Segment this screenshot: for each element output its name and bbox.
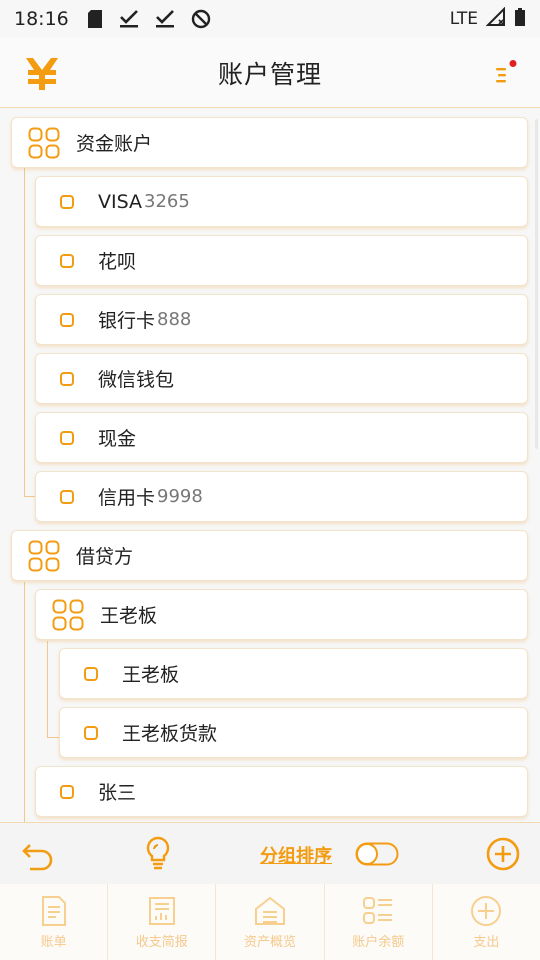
account-label: 微信钱包 — [98, 369, 175, 391]
bill-icon — [41, 895, 66, 926]
status-time: 18:16 — [14, 8, 69, 30]
battery-icon — [514, 7, 526, 32]
nav-label: 收支简报 — [135, 934, 188, 950]
nav-balance[interactable]: 账户余额 — [325, 884, 433, 960]
status-bar: 18:16 LTE — [0, 0, 540, 38]
account-item[interactable]: VISA 3265 — [35, 176, 528, 227]
nav-bill[interactable]: 账单 — [0, 884, 109, 960]
tree-line — [47, 737, 59, 738]
account-icon — [60, 489, 74, 504]
account-list[interactable]: 资金账户 VISA 3265 花呗 银行卡 888 微信钱包 现金 信用卡 99… — [0, 109, 540, 822]
account-item[interactable]: 微信钱包 — [35, 353, 528, 404]
bottom-nav: 账单 收支简报 资产概览 账户余额 支出 — [0, 884, 540, 960]
subgroup-header[interactable]: 王老板 — [35, 589, 528, 640]
account-icon — [60, 253, 74, 268]
account-item[interactable]: 王老板 — [59, 648, 528, 699]
yen-logo-icon[interactable] — [24, 54, 60, 92]
tree-line — [24, 168, 25, 496]
account-icon — [60, 312, 74, 327]
add-circle-icon[interactable] — [486, 837, 520, 875]
account-item[interactable]: 王老板货款 — [59, 707, 528, 758]
account-number: 888 — [157, 309, 192, 330]
account-number: 3265 — [144, 191, 190, 212]
account-number: 9998 — [157, 486, 203, 507]
no-sync-icon — [191, 9, 211, 29]
account-icon — [60, 784, 74, 799]
group-icon — [28, 127, 60, 158]
nav-expense[interactable]: 支出 — [433, 884, 540, 960]
account-label: 王老板货款 — [122, 723, 218, 745]
nav-assets[interactable]: 资产概览 — [216, 884, 325, 960]
assets-icon — [255, 896, 285, 925]
account-item[interactable]: 张三 — [35, 766, 528, 817]
sd-card-icon — [87, 9, 103, 29]
account-label: 银行卡 — [98, 310, 156, 332]
nav-label: 资产概览 — [244, 934, 297, 950]
account-label: 信用卡 — [98, 487, 156, 509]
group-header[interactable]: 借贷方 — [11, 530, 528, 581]
expense-icon — [471, 895, 502, 926]
scrollbar[interactable] — [535, 119, 538, 449]
network-label: LTE — [449, 9, 478, 29]
check-icon — [119, 10, 139, 28]
account-label: VISA — [98, 190, 143, 213]
sort-group-link[interactable]: 分组排序 — [260, 842, 332, 868]
group-icon — [28, 540, 60, 571]
account-label: 花呗 — [98, 251, 137, 273]
nav-label: 账单 — [40, 934, 67, 950]
account-icon — [60, 430, 74, 445]
app-header: 账户管理 — [0, 38, 540, 108]
nav-label: 账户余额 — [352, 934, 405, 950]
account-label: 王老板 — [122, 664, 180, 686]
action-toolbar: 分组排序 — [0, 822, 540, 884]
tree-line — [47, 641, 48, 737]
group-icon — [52, 599, 84, 630]
account-label: 张三 — [98, 782, 137, 804]
signal-icon — [485, 6, 506, 32]
group-header[interactable]: 资金账户 — [11, 117, 528, 168]
account-item[interactable]: 花呗 — [35, 235, 528, 286]
undo-icon[interactable] — [20, 837, 56, 875]
nav-label: 支出 — [473, 934, 500, 950]
group-label: 借贷方 — [76, 546, 134, 568]
account-item[interactable]: 信用卡 9998 — [35, 471, 528, 522]
account-label: 现金 — [98, 428, 137, 450]
lightbulb-icon[interactable] — [142, 835, 174, 875]
account-icon — [60, 194, 74, 209]
subgroup-label: 王老板 — [100, 605, 158, 627]
nav-report[interactable]: 收支简报 — [108, 884, 217, 960]
account-icon — [84, 725, 98, 740]
page-title: 账户管理 — [217, 59, 322, 89]
account-item[interactable]: 现金 — [35, 412, 528, 463]
balance-icon — [363, 896, 393, 924]
tree-line — [24, 582, 25, 822]
toggle-icon[interactable] — [355, 842, 399, 870]
account-icon — [84, 666, 98, 681]
group-label: 资金账户 — [76, 133, 153, 155]
check-icon — [155, 10, 175, 28]
report-icon — [148, 896, 175, 925]
account-item[interactable]: 银行卡 888 — [35, 294, 528, 345]
account-icon — [60, 371, 74, 386]
menu-notification-icon[interactable] — [490, 60, 520, 90]
